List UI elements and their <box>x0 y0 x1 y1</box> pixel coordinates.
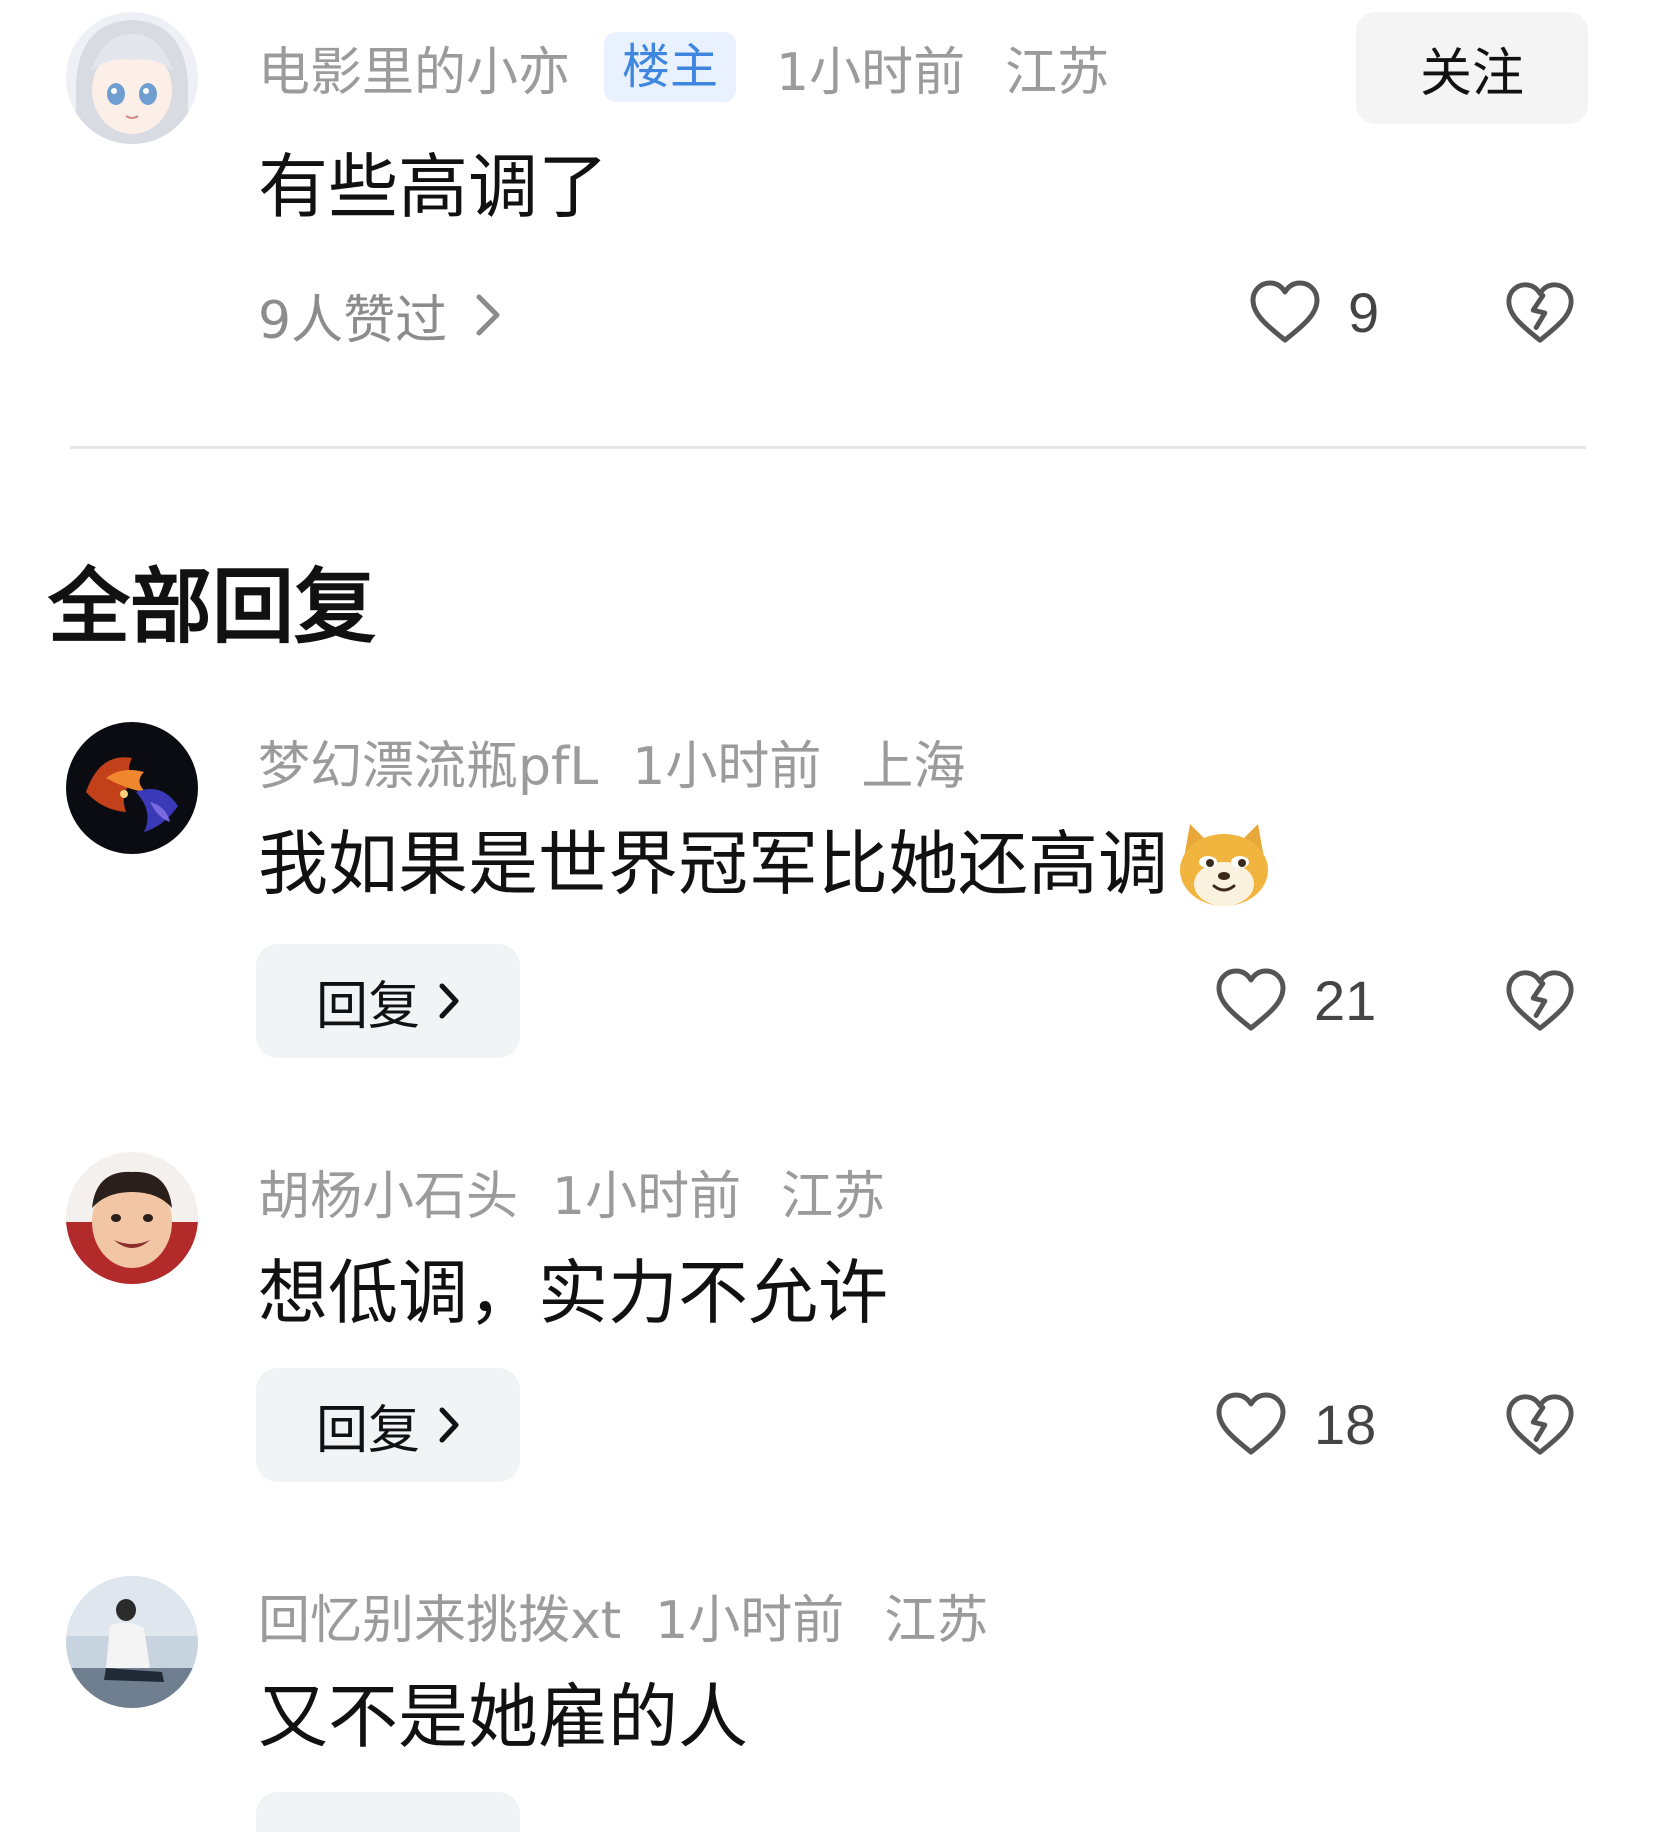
broken-heart-icon[interactable] <box>1504 1392 1576 1458</box>
doge-emoji <box>1180 824 1268 906</box>
liked-by-link[interactable]: 9人赞过 <box>258 280 501 351</box>
avatar-reply-2[interactable] <box>66 1152 198 1284</box>
reply-1-author[interactable]: 梦幻漂流瓶pfL <box>258 724 598 799</box>
post-like-count: 9 <box>1348 280 1380 344</box>
reply-1-meta: 梦幻漂流瓶pfL 1小时前 上海 <box>258 724 966 799</box>
reply-1-time: 1小时前 <box>632 736 822 797</box>
avatar-post-author[interactable] <box>66 12 198 144</box>
reply-1-view-replies-button[interactable]: 回复 <box>256 944 520 1058</box>
reply-2-like-count: 18 <box>1314 1392 1377 1456</box>
follow-button[interactable]: 关注 <box>1356 12 1588 124</box>
reply-3-content: 又不是她雇的人 <box>258 1676 748 1758</box>
liked-by-text: 9人赞过 <box>258 290 448 351</box>
post-time: 1小时前 <box>776 42 966 103</box>
post-author-name[interactable]: 电影里的小亦 <box>258 30 570 105</box>
reply-2-like-button[interactable]: 18 <box>1214 1384 1376 1464</box>
reply-2-button-label: 回复 <box>315 1400 420 1461</box>
reply-1-button-label: 回复 <box>315 976 420 1037</box>
divider <box>70 446 1586 449</box>
reply-3-time: 1小时前 <box>655 1590 845 1651</box>
heart-outline-icon <box>1216 968 1286 1031</box>
reply-2-view-replies-button[interactable]: 回复 <box>256 1368 520 1482</box>
reply-1-text: 我如果是世界冠军比她还高调 <box>258 823 1168 905</box>
reply-1-location: 上海 <box>861 736 966 797</box>
heart-outline-icon <box>1216 1392 1286 1455</box>
post-content: 有些高调了 <box>258 146 608 228</box>
reply-2-location: 江苏 <box>781 1166 886 1227</box>
op-badge: 楼主 <box>604 32 737 102</box>
reply-1-like-button[interactable]: 21 <box>1214 960 1376 1040</box>
reply-1-like-count: 21 <box>1314 968 1377 1032</box>
reply-2-meta: 胡杨小石头 1小时前 江苏 <box>258 1154 886 1229</box>
broken-heart-icon[interactable] <box>1504 280 1576 346</box>
post-location: 江苏 <box>1005 42 1110 103</box>
heart-outline-icon <box>1250 280 1320 343</box>
avatar-reply-3[interactable] <box>66 1576 198 1708</box>
reply-1-content: 我如果是世界冠军比她还高调 <box>258 818 1274 910</box>
reply-3-author[interactable]: 回忆别来挑拨xt <box>258 1578 621 1653</box>
broken-heart-icon[interactable] <box>1504 968 1576 1034</box>
post-like-button[interactable]: 9 <box>1248 272 1379 352</box>
chevron-right-icon <box>439 983 459 1019</box>
section-title-all-replies: 全部回复 <box>48 560 377 655</box>
reply-3-button-partial[interactable] <box>256 1792 520 1832</box>
reply-3-meta: 回忆别来挑拨xt 1小时前 江苏 <box>258 1578 989 1653</box>
reply-3-location: 江苏 <box>884 1590 989 1651</box>
chevron-right-icon <box>439 1407 459 1443</box>
chevron-right-icon <box>476 294 500 336</box>
reply-2-content: 想低调，实力不允许 <box>258 1252 888 1334</box>
post-meta: 电影里的小亦 楼主 1小时前 江苏 <box>258 30 1110 105</box>
reply-2-author[interactable]: 胡杨小石头 <box>258 1154 518 1229</box>
reply-2-time: 1小时前 <box>552 1166 742 1227</box>
avatar-reply-1[interactable] <box>66 722 198 854</box>
